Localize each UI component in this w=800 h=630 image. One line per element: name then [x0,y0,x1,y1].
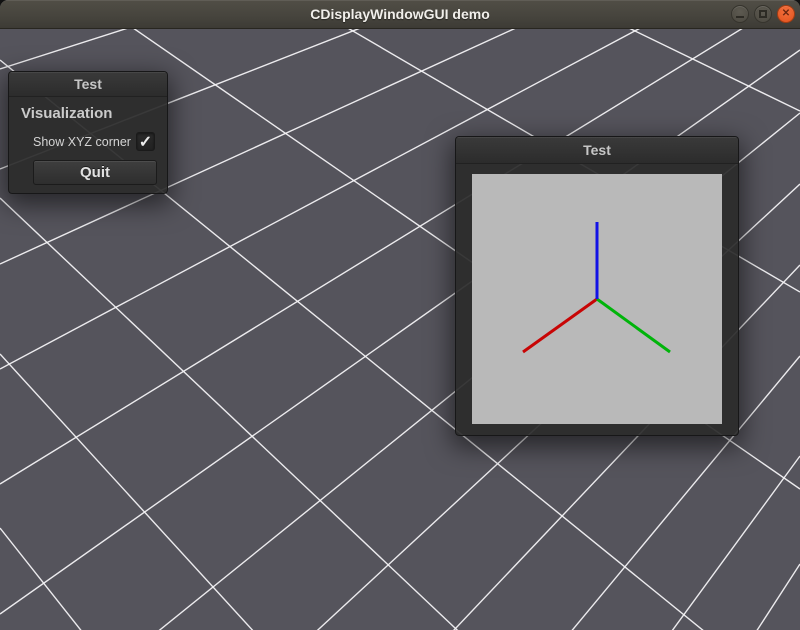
control-panel-titlebar[interactable]: Test [9,72,167,97]
minimize-icon [736,16,744,18]
show-xyz-corner-checkbox[interactable]: ✓ [136,132,155,151]
visualization-section-label: Visualization [21,105,167,122]
close-button[interactable]: ✕ [777,5,795,23]
show-xyz-corner-label: Show XYZ corner [33,135,131,149]
quit-button[interactable]: Quit [33,160,157,185]
control-panel-window: Test Visualization Show XYZ corner ✓ Qui… [8,71,168,194]
maximize-icon [759,10,767,18]
maximize-button[interactable] [754,5,772,23]
titlebar[interactable]: CDisplayWindowGUI demo ✕ [0,0,800,29]
minimize-button[interactable] [731,5,749,23]
test-subwindow: Test [455,136,739,436]
3d-viewport[interactable]: Test Visualization Show XYZ corner ✓ Qui… [0,29,800,630]
window-controls: ✕ [731,5,795,23]
xyz-axes-svg [472,174,722,424]
checkmark-icon: ✓ [139,132,152,152]
window-title: CDisplayWindowGUI demo [0,0,800,28]
show-xyz-corner-row: Show XYZ corner ✓ [33,132,155,151]
app-window: CDisplayWindowGUI demo ✕ Test Visualizat… [0,0,800,630]
control-panel-body: Visualization Show XYZ corner ✓ Quit [9,105,167,185]
close-icon: ✕ [782,9,790,19]
test-subwindow-titlebar[interactable]: Test [456,137,738,164]
xyz-corner-image [472,174,722,424]
